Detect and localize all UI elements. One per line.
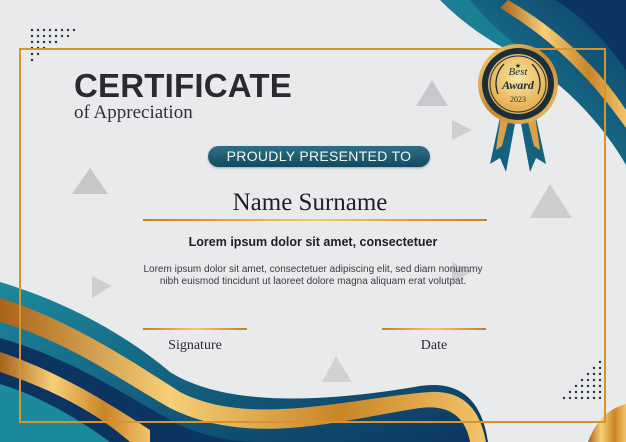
- signature-line: [143, 328, 247, 330]
- badge-line-2: Award: [502, 78, 534, 92]
- certificate-title: CERTIFICATE: [74, 67, 292, 104]
- body-text: Lorem ipsum dolor sit amet, consectetuer…: [143, 264, 483, 287]
- name-underline: [143, 219, 487, 221]
- date-label: Date: [420, 338, 448, 353]
- date-line: [382, 328, 486, 330]
- recipient-name: Name Surname: [232, 189, 388, 216]
- presented-to-banner: PROUDLY PRESENTED TO: [208, 146, 430, 167]
- lead-text: Lorem ipsum dolor sit amet, consectetuer: [188, 235, 438, 249]
- certificate-page: CERTIFICATE of Appreciation PROUDLY PRES…: [0, 0, 626, 442]
- award-medal-icon: ★ Best Award 2023: [472, 38, 564, 188]
- badge-line-1: Best: [508, 66, 528, 78]
- certificate-subtitle: of Appreciation: [74, 102, 193, 123]
- signature-label: Signature: [168, 338, 222, 353]
- badge-year: 2023: [510, 95, 526, 104]
